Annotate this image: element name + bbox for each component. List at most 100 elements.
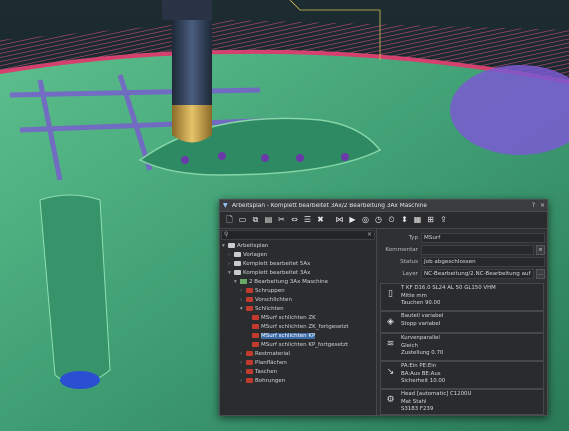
layer-field[interactable]: NC-Bearbeitung/2.NC-Bearbeitung auf bbox=[421, 268, 534, 279]
export-icon[interactable]: ⇪ bbox=[438, 215, 449, 226]
operation-tree: ⚲ × ▾ Arbeitsplan › Vorlagen › Komplett bea… bbox=[220, 229, 377, 415]
part-card-text: Bauteil variabel Stopp variabel bbox=[401, 313, 541, 328]
tree-item-schlichten[interactable]: ▾ Schlichten bbox=[240, 305, 284, 313]
folder-icon bbox=[246, 351, 253, 356]
prop-row-typ: Typ MSurf bbox=[377, 232, 547, 243]
folder-icon bbox=[246, 306, 253, 311]
delete-icon[interactable]: ✖ bbox=[315, 215, 326, 226]
kommentar-edit-button[interactable]: ≡ bbox=[536, 244, 545, 255]
app-icon: ▼ bbox=[223, 201, 228, 209]
tree-item-label: Vorlagen bbox=[243, 252, 268, 258]
tree-item-label: Komplett bearbeitet 3Ax bbox=[243, 270, 311, 276]
properties-pane: Typ MSurf Kommentar ≡ Status Job abgesch… bbox=[377, 229, 547, 415]
tree-item-bearbeitung-3ax[interactable]: ▾ 2 Bearbeitung 3Ax Maschine bbox=[234, 278, 328, 286]
help-button[interactable]: ? bbox=[529, 202, 538, 209]
tool-icon[interactable]: ⬍ bbox=[399, 215, 410, 226]
tree-item-label: Schruppen bbox=[255, 288, 285, 294]
typ-label: Typ bbox=[408, 234, 418, 241]
tree-item-label: 2 Bearbeitung 3Ax Maschine bbox=[249, 279, 328, 285]
tree-item-planflaechen[interactable]: › Planflächen bbox=[240, 359, 287, 367]
typ-field[interactable]: MSurf bbox=[421, 232, 545, 243]
approach-icon: ↘ bbox=[386, 366, 395, 377]
folder-icon bbox=[228, 243, 235, 248]
tree-item-komplett-5ax[interactable]: › Komplett bearbeitet 5Ax bbox=[228, 260, 310, 268]
tree-item-arbeitsplan[interactable]: ▾ Arbeitsplan bbox=[222, 242, 268, 250]
tree-item-msurf-zk[interactable]: MSurf schlichten ZK bbox=[252, 314, 316, 322]
part-card[interactable]: ◈ Bauteil variabel Stopp variabel bbox=[380, 311, 544, 333]
play-icon[interactable]: ▶ bbox=[347, 215, 358, 226]
folder-icon bbox=[246, 288, 253, 293]
card-line: Zustellung 0.70 bbox=[401, 350, 444, 356]
operation-icon bbox=[252, 342, 259, 347]
simulate-icon[interactable]: ◎ bbox=[360, 215, 371, 226]
close-button[interactable]: × bbox=[538, 202, 547, 209]
list-icon[interactable]: ☰ bbox=[302, 215, 313, 226]
stopwatch-icon[interactable]: ◷ bbox=[373, 215, 384, 226]
arbeitsplan-panel: ▼ Arbeitsplan - Komplett bearbeitet 3Ax/… bbox=[219, 199, 548, 416]
move-icon[interactable]: ⇔ bbox=[289, 215, 300, 226]
panel-titlebar[interactable]: ▼ Arbeitsplan - Komplett bearbeitet 3Ax/… bbox=[220, 200, 547, 212]
card-line: Stopp variabel bbox=[401, 320, 441, 327]
machine-head-card-text: Head [automatic] C1200U Mat Stahl S3183 … bbox=[401, 391, 541, 414]
folder-icon bbox=[246, 369, 253, 374]
tree-item-label: MSurf schlichten KP bbox=[261, 333, 316, 339]
machine-head-icon: ⚙ bbox=[386, 394, 395, 405]
strategy-card[interactable]: ≋ Kurvenparallel Gleich Zustellung 0.70 bbox=[380, 333, 544, 361]
clear-search-button[interactable]: × bbox=[367, 231, 372, 238]
open-folder-icon[interactable]: ▭ bbox=[237, 215, 248, 226]
folder-icon bbox=[246, 360, 253, 365]
machine-head-card[interactable]: ⚙ Head [automatic] C1200U Mat Stahl S318… bbox=[380, 389, 544, 415]
tree-item-komplett-3ax[interactable]: ▾ Komplett bearbeitet 3Ax bbox=[228, 269, 310, 277]
tree-item-vorlagen[interactable]: › Vorlagen bbox=[228, 251, 267, 259]
panel-title: Arbeitsplan - Komplett bearbeitet 3Ax/2 … bbox=[232, 202, 427, 209]
folder-icon bbox=[234, 261, 241, 266]
tree-item-vorschlichten[interactable]: › Vorschlichten bbox=[240, 296, 292, 304]
approach-card[interactable]: ↘ PA:Ein PE:Ein BA:Aus BE:Aus Sicherheit… bbox=[380, 361, 544, 389]
tree-search[interactable]: ⚲ × bbox=[221, 230, 375, 240]
toolbar: 🗋 ▭ ⧉ ▤ ✂ ⇔ ☰ ✖ ⋈ ▶ ◎ ◷ ⏲ ⬍ ▦ ⊞ ⇪ bbox=[220, 212, 547, 229]
toolbar-separator bbox=[328, 215, 332, 226]
strategy-icon: ≋ bbox=[386, 338, 395, 349]
prop-row-layer: Layer NC-Bearbeitung/2.NC-Bearbeitung au… bbox=[377, 268, 547, 279]
tree-item-label: Restmaterial bbox=[255, 351, 290, 357]
layer-browse-button[interactable]: … bbox=[536, 268, 545, 279]
tree-item-label: Arbeitsplan bbox=[237, 243, 269, 249]
card-line: Mat Stahl bbox=[401, 398, 427, 405]
tree-item-label: Taschen bbox=[255, 369, 278, 375]
folder-icon bbox=[246, 297, 253, 302]
copy-icon[interactable]: ⧉ bbox=[250, 215, 261, 226]
card-line: Bauteil variabel bbox=[401, 313, 444, 319]
tree-item-taschen[interactable]: › Taschen bbox=[240, 368, 277, 376]
strategy-card-text: Kurvenparallel Gleich Zustellung 0.70 bbox=[401, 335, 541, 358]
prop-row-status: Status Job abgeschlossen bbox=[377, 256, 547, 267]
tree-item-restmaterial[interactable]: › Restmaterial bbox=[240, 350, 290, 358]
tool-holder bbox=[162, 0, 212, 20]
new-document-icon[interactable]: 🗋 bbox=[224, 215, 235, 226]
paste-icon[interactable]: ▤ bbox=[263, 215, 274, 226]
card-line: PA:Ein PE:Ein bbox=[401, 363, 437, 369]
kommentar-field[interactable] bbox=[421, 244, 534, 255]
folder-icon bbox=[234, 252, 241, 257]
card-line: Gleich bbox=[401, 342, 418, 349]
scissors-icon[interactable]: ✂ bbox=[276, 215, 287, 226]
timer-icon[interactable]: ⏲ bbox=[386, 215, 397, 226]
tool-card[interactable]: ▯ T KF D16.0 SL24 AL 50 GL150 VHM Mitte … bbox=[380, 283, 544, 311]
tree-item-msurf-kp[interactable]: MSurf schlichten KP bbox=[252, 332, 316, 340]
tree-item-label: MSurf schlichten ZK bbox=[261, 315, 316, 321]
card-line: Sicherheit 10.00 bbox=[401, 378, 446, 384]
approach-card-text: PA:Ein PE:Ein BA:Aus BE:Aus Sicherheit 1… bbox=[401, 363, 541, 386]
machine-icon[interactable]: ⊞ bbox=[425, 215, 436, 226]
calc-icon[interactable]: ▦ bbox=[412, 215, 423, 226]
folder-icon bbox=[234, 270, 241, 275]
cut-icon[interactable]: ⋈ bbox=[334, 215, 345, 226]
status-label: Status bbox=[400, 258, 418, 265]
tree-item-msurf-kp-fortgesetzt[interactable]: MSurf schlichten KP_fortgesetzt bbox=[252, 341, 348, 349]
tree-item-bohrungen[interactable]: › Bohrungen bbox=[240, 377, 285, 385]
blue-hole bbox=[60, 371, 100, 389]
tree-item-label: Komplett bearbeitet 5Ax bbox=[243, 261, 311, 267]
operation-icon bbox=[252, 333, 259, 338]
tree-item-schruppen[interactable]: › Schruppen bbox=[240, 287, 285, 295]
layer-label: Layer bbox=[402, 270, 418, 277]
card-line: Head [automatic] C1200U bbox=[401, 391, 472, 397]
tree-item-msurf-zk-fortgesetzt[interactable]: MSurf schlichten ZK_fortgesetzt bbox=[252, 323, 349, 331]
